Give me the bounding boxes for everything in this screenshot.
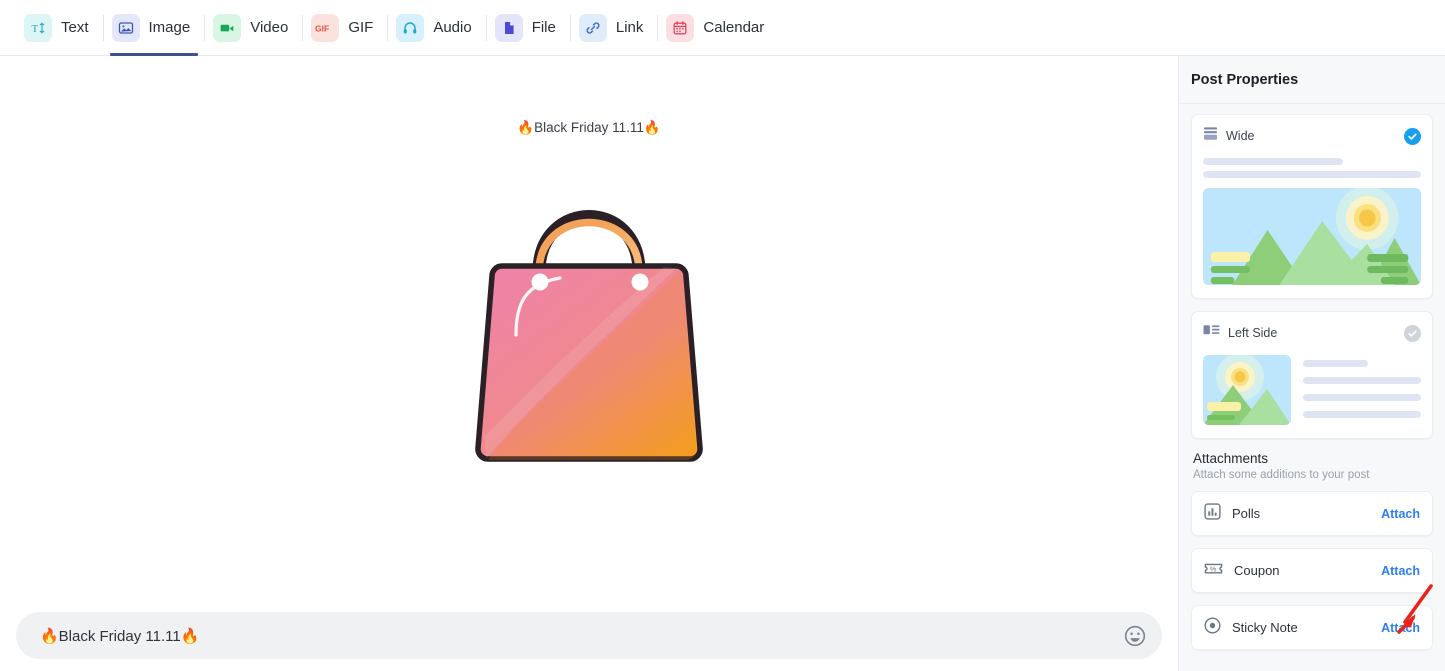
- post-preview-canvas: 🔥Black Friday 11.11🔥 🔥Black Friday 11.11…: [0, 56, 1178, 671]
- attachment-row-coupon[interactable]: % Coupon Attach: [1191, 548, 1433, 593]
- message-composer[interactable]: 🔥Black Friday 11.11🔥: [16, 612, 1162, 659]
- svg-text:%: %: [1210, 564, 1217, 573]
- poll-bar-chart-icon: [1204, 502, 1221, 525]
- post-properties-panel: Post Properties Wide Left Side Attachmen…: [1178, 56, 1445, 671]
- tab-label: Calendar: [703, 19, 765, 36]
- tab-audio[interactable]: Audio: [388, 0, 485, 56]
- attachment-name: Sticky Note: [1232, 620, 1298, 635]
- layout-wide-icon: [1203, 126, 1218, 146]
- layout-unselected-check-icon[interactable]: [1404, 324, 1421, 342]
- panel-content: Wide Left Side Attachments Attach some a…: [1179, 104, 1445, 671]
- tab-calendar[interactable]: Calendar: [658, 0, 778, 56]
- placeholder-line: [1203, 158, 1343, 165]
- layout-left-side-body: [1203, 355, 1421, 425]
- tab-file[interactable]: File: [487, 0, 570, 56]
- tab-image[interactable]: Image: [104, 0, 205, 63]
- tab-label: Video: [250, 19, 289, 36]
- attachment-row-polls[interactable]: Polls Attach: [1191, 491, 1433, 536]
- content-type-toolbar: T Text Image Video GIF GIF Audio File Li…: [0, 0, 1445, 63]
- tab-video[interactable]: Video: [205, 0, 302, 56]
- svg-text:GIF: GIF: [315, 23, 329, 33]
- tab-label: Text: [61, 19, 89, 36]
- tab-label: File: [531, 19, 556, 36]
- sticky-note-icon: [1204, 616, 1221, 639]
- layout-placeholder-lines: [1203, 158, 1421, 178]
- tab-label: GIF: [348, 19, 374, 36]
- file-icon: [494, 13, 523, 42]
- tab-link[interactable]: Link: [571, 0, 658, 56]
- layout-wide-preview-image: [1203, 188, 1421, 285]
- layout-header: Wide: [1203, 126, 1421, 146]
- placeholder-line: [1303, 360, 1368, 367]
- post-composer-app: T Text Image Video GIF GIF Audio File Li…: [0, 0, 1445, 671]
- placeholder-line: [1203, 171, 1421, 178]
- placeholder-line: [1303, 411, 1421, 418]
- coupon-ticket-icon: %: [1204, 560, 1223, 582]
- shopping-bag-illustration: [464, 160, 714, 475]
- tab-label: Image: [148, 19, 191, 36]
- workspace: 🔥Black Friday 11.11🔥 🔥Black Friday 11.11…: [0, 56, 1445, 671]
- attach-button-sticky-note[interactable]: Attach: [1381, 621, 1420, 635]
- placeholder-line: [1303, 377, 1421, 384]
- emoji-smiley-icon[interactable]: [1122, 623, 1148, 649]
- placeholder-line: [1303, 394, 1421, 401]
- attach-button-coupon[interactable]: Attach: [1381, 564, 1420, 578]
- link-icon: [578, 13, 607, 42]
- audio-icon: [396, 13, 425, 42]
- layout-selected-check-icon[interactable]: [1404, 127, 1421, 145]
- layout-header: Left Side: [1203, 323, 1421, 343]
- attachments-subtitle: Attach some additions to your post: [1193, 469, 1370, 481]
- tab-gif[interactable]: GIF GIF: [303, 0, 387, 56]
- layout-placeholder-lines: [1303, 355, 1421, 425]
- layout-option-left-side[interactable]: Left Side: [1191, 311, 1433, 439]
- layout-name: Wide: [1226, 129, 1255, 143]
- preview-caption: 🔥Black Friday 11.11🔥: [517, 120, 661, 135]
- layout-left-side-icon: [1203, 323, 1220, 343]
- layout-option-wide[interactable]: Wide: [1191, 114, 1433, 299]
- panel-title: Post Properties: [1179, 56, 1445, 104]
- image-icon: [111, 13, 140, 42]
- attachment-row-sticky-note[interactable]: Sticky Note Attach: [1191, 605, 1433, 650]
- attachment-name: Coupon: [1234, 563, 1280, 578]
- layout-name: Left Side: [1228, 326, 1278, 340]
- tab-label: Link: [615, 19, 644, 36]
- attachment-name: Polls: [1232, 506, 1261, 521]
- calendar-icon: [666, 13, 695, 42]
- attach-button-polls[interactable]: Attach: [1381, 507, 1420, 521]
- svg-text:T: T: [32, 23, 39, 35]
- layout-left-side-preview-image: [1203, 355, 1291, 425]
- video-icon: [213, 13, 242, 42]
- gif-icon: GIF: [311, 13, 340, 42]
- composer-input[interactable]: 🔥Black Friday 11.11🔥: [40, 627, 1122, 645]
- tab-text[interactable]: T Text: [16, 0, 103, 56]
- text-icon: T: [24, 13, 52, 42]
- tab-label: Audio: [433, 19, 472, 36]
- attachments-title: Attachments: [1193, 451, 1269, 466]
